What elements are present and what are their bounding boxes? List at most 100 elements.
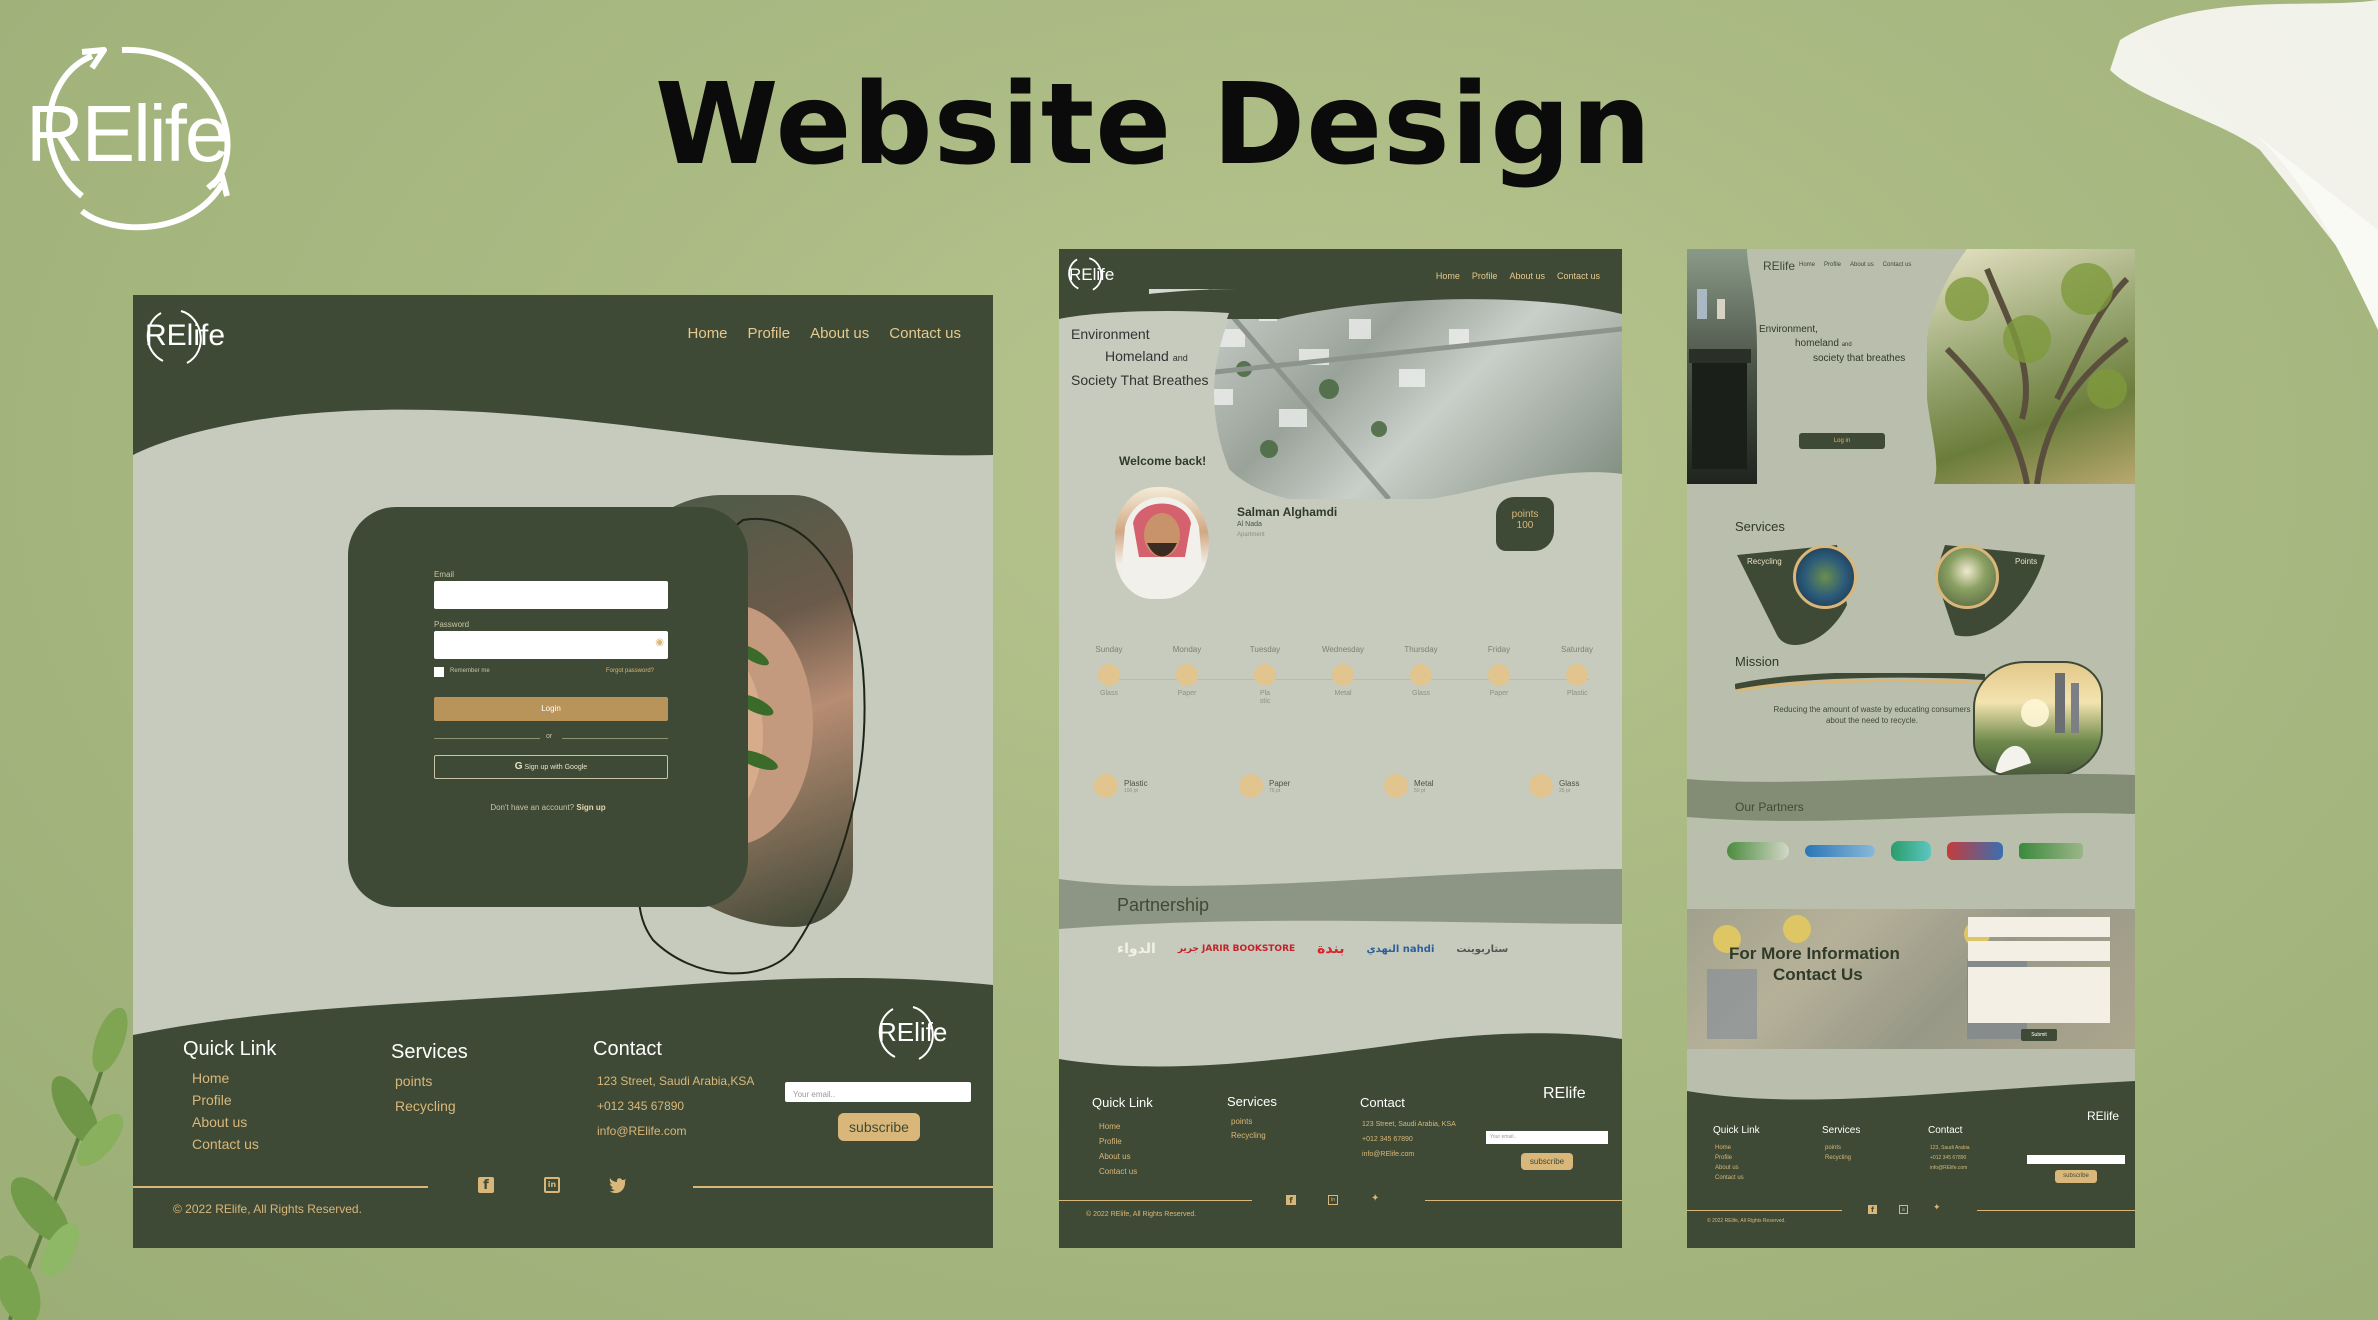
home-footer-logo: RElife — [2087, 1109, 2120, 1123]
profile-page-mockup: RElife Home Profile About us Contact us … — [1059, 249, 1622, 1248]
subscribe-button[interactable]: subscribe — [838, 1113, 920, 1141]
home-hero-line-environment: Environment, — [1759, 324, 1818, 335]
contact-submit-button[interactable]: Submit — [2021, 1029, 2057, 1041]
footer-link-about[interactable]: About us — [192, 1111, 259, 1133]
profile-nav-profile[interactable]: Profile — [1472, 271, 1498, 281]
profile-footer-services-title: Services — [1227, 1094, 1277, 1109]
service-card-recycling-label: Recycling — [1747, 557, 1782, 566]
profile-footer-link-profile[interactable]: Profile — [1099, 1134, 1137, 1149]
profile-footer-service-recycling[interactable]: Recycling — [1231, 1129, 1266, 1143]
profile-subscribe-button[interactable]: subscribe — [1521, 1153, 1573, 1170]
nav-home[interactable]: Home — [688, 325, 728, 342]
profile-linkedin-icon[interactable]: in — [1328, 1195, 1338, 1205]
home-footer-divider-right — [1977, 1210, 2135, 1211]
home-hero-line-homeland: homeland — [1795, 338, 1839, 349]
schedule-day-label: Friday — [1487, 645, 1511, 654]
rate-material-icon — [1384, 774, 1408, 798]
signup-prompt: Don't have an account? Sign up — [348, 803, 748, 812]
profile-hero-text: Environment Homeland and Society That Br… — [1071, 323, 1208, 391]
profile-footer-service-points[interactable]: points — [1231, 1115, 1266, 1129]
contact-email-input[interactable] — [1968, 941, 2110, 961]
rate-name: Glass — [1559, 778, 1580, 788]
home-footer-email-input[interactable] — [2027, 1155, 2125, 1164]
schedule-day: Friday Paper — [1469, 645, 1529, 698]
home-footer-service-recycling[interactable]: Recycling — [1825, 1153, 1851, 1163]
profile-footer-contact-title: Contact — [1360, 1095, 1405, 1110]
footer-services: points Recycling — [395, 1069, 456, 1119]
schedule-day-label: Sunday — [1095, 645, 1123, 654]
schedule-material-label: Paper — [1177, 690, 1197, 697]
facebook-icon[interactable]: f — [478, 1177, 494, 1193]
mission-title: Mission — [1735, 654, 1780, 669]
profile-footer-email-input[interactable]: Your email.. — [1486, 1131, 1608, 1144]
footer-link-home[interactable]: Home — [192, 1067, 259, 1089]
home-nav-profile[interactable]: Profile — [1824, 262, 1841, 268]
service-card-points-label: Points — [2015, 557, 2038, 566]
footer-contact-info: 123 Street, Saudi Arabia,KSA +012 345 67… — [597, 1069, 754, 1144]
nav-about[interactable]: About us — [810, 325, 869, 342]
service-card-points[interactable]: Points — [1935, 545, 2055, 649]
profile-facebook-icon[interactable]: f — [1286, 1195, 1296, 1205]
profile-nav-home[interactable]: Home — [1436, 271, 1460, 281]
home-nav-home[interactable]: Home — [1799, 262, 1815, 268]
login-button[interactable]: Login — [434, 697, 668, 721]
profile-nav-about[interactable]: About us — [1509, 271, 1545, 281]
contact-message-input[interactable] — [1968, 967, 2110, 1023]
home-subscribe-button[interactable]: subscribe — [2055, 1170, 2097, 1183]
profile-footer-divider-left — [1059, 1200, 1252, 1201]
schedule-material-label: Paper — [1489, 690, 1509, 697]
schedule-day-label: Thursday — [1404, 645, 1438, 654]
home-footer-copyright: © 2022 RElife, All Rights Reserved. — [1707, 1218, 1786, 1224]
remember-checkbox[interactable] — [434, 667, 444, 677]
collection-schedule: Sunday Glass Monday Paper Tuesday Pla stic Wed… — [1079, 645, 1609, 725]
home-page-mockup: RElife Home Profile About us Contact us … — [1687, 249, 2135, 1248]
home-twitter-icon[interactable]: ✦ — [1933, 1203, 1941, 1213]
footer-link-contact[interactable]: Contact us — [192, 1133, 259, 1155]
home-footer-link-profile[interactable]: Profile — [1715, 1153, 1744, 1163]
home-footer-link-contact[interactable]: Contact us — [1715, 1173, 1744, 1183]
home-footer-service-points[interactable]: points — [1825, 1143, 1851, 1153]
email-field[interactable] — [434, 581, 668, 609]
home-linkedin-icon[interactable]: in — [1899, 1205, 1908, 1214]
footer-email-input[interactable]: Your email.. — [785, 1082, 971, 1102]
forgot-password-link[interactable]: Forgot password? — [606, 668, 654, 674]
footer-email[interactable]: info@RElife.com — [597, 1119, 754, 1144]
home-facebook-icon[interactable]: f — [1868, 1205, 1877, 1214]
profile-footer-email[interactable]: info@RElife.com — [1362, 1147, 1456, 1162]
service-card-recycling[interactable]: Recycling — [1737, 545, 1857, 649]
linkedin-icon[interactable]: in — [544, 1177, 560, 1193]
nav-contact[interactable]: Contact us — [889, 325, 961, 342]
partner-logo-4 — [1947, 842, 2003, 860]
contact-name-input[interactable] — [1968, 917, 2110, 937]
footer-divider-right — [693, 1186, 993, 1188]
eye-icon[interactable]: ◉ — [655, 637, 664, 648]
footer-service-points[interactable]: points — [395, 1069, 456, 1094]
home-footer-services: points Recycling — [1825, 1143, 1851, 1163]
twitter-icon[interactable] — [609, 1177, 627, 1193]
profile-nav-contact[interactable]: Contact us — [1557, 271, 1600, 281]
profile-footer-services: points Recycling — [1231, 1115, 1266, 1143]
nav-profile[interactable]: Profile — [748, 325, 791, 342]
schedule-material-icon — [1098, 664, 1120, 686]
schedule-day-label: Tuesday — [1249, 645, 1281, 654]
profile-twitter-icon[interactable]: ✦ — [1371, 1193, 1379, 1204]
home-login-button[interactable]: Log in — [1799, 433, 1885, 449]
no-account-text: Don't have an account? — [490, 803, 575, 812]
google-signup-button[interactable]: G Sign up with Google — [434, 755, 668, 779]
signup-link[interactable]: Sign up — [576, 803, 605, 812]
points-badge: points 100 — [1496, 497, 1554, 551]
home-nav-contact[interactable]: Contact us — [1883, 262, 1912, 268]
rate-text: Metal 50 pt — [1414, 779, 1434, 794]
home-logo[interactable]: RElife — [1763, 259, 1795, 273]
home-footer-link-about[interactable]: About us — [1715, 1163, 1744, 1173]
profile-footer-link-home[interactable]: Home — [1099, 1119, 1137, 1134]
footer-logo-ring-icon — [878, 1006, 934, 1060]
password-field[interactable]: ◉ — [434, 631, 668, 659]
footer-link-profile[interactable]: Profile — [192, 1089, 259, 1111]
home-footer-link-home[interactable]: Home — [1715, 1143, 1744, 1153]
home-footer-email[interactable]: info@RElife.com — [1930, 1163, 1969, 1173]
profile-footer-link-contact[interactable]: Contact us — [1099, 1164, 1137, 1179]
footer-service-recycling[interactable]: Recycling — [395, 1094, 456, 1119]
home-nav-about[interactable]: About us — [1850, 262, 1874, 268]
profile-footer-link-about[interactable]: About us — [1099, 1149, 1137, 1164]
